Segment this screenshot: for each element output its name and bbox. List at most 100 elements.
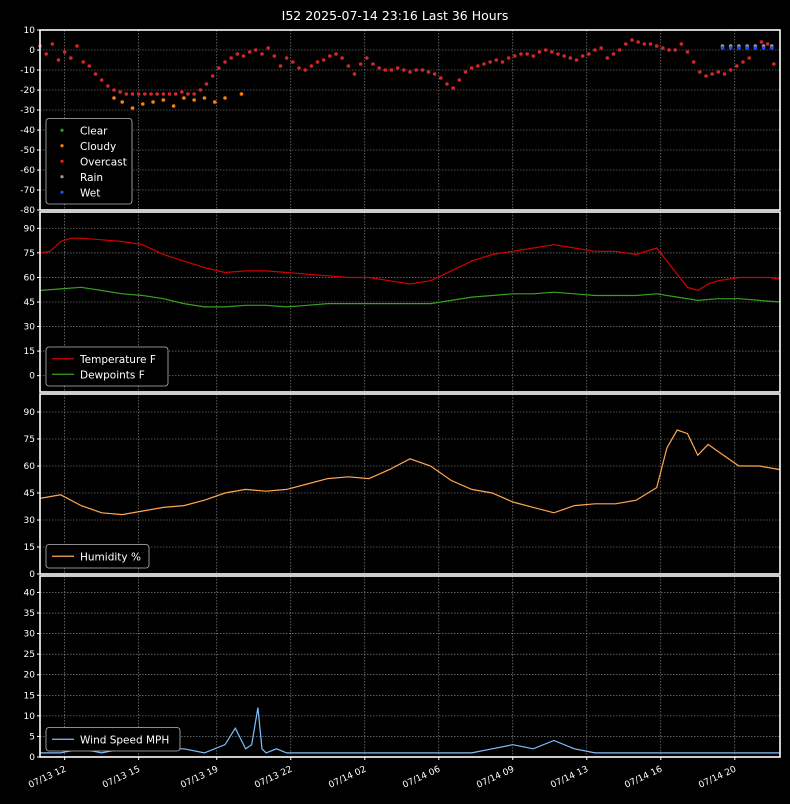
sky-series-overcast-point <box>426 70 431 74</box>
sky-legend-label: Rain <box>80 172 103 184</box>
temps-legend-label: Dewpoints F <box>80 369 145 381</box>
sky-series-overcast-point <box>747 56 751 60</box>
sky-series-overcast-point <box>198 88 203 92</box>
sky-series-overcast-point <box>636 40 640 44</box>
sky-series-overcast-point <box>550 50 554 54</box>
sky-series-overcast-point <box>691 60 696 64</box>
sky-ytick-label: -80 <box>20 206 35 216</box>
sky-series-overcast-point <box>469 66 474 70</box>
sky-ytick-label: 0 <box>29 46 35 56</box>
multi-panel-weather-chart: 10 0 -10 -20 -30 -40 -50 -60 -70 -80 Clear Cloudy Ov… <box>20 26 781 791</box>
sky-series-overcast-point <box>679 42 684 46</box>
sky-series-overcast-point <box>223 60 227 64</box>
humidity-ytick-label: 75 <box>24 435 35 445</box>
sky-series-overcast-point <box>161 92 166 96</box>
sky-series-overcast-point <box>605 56 610 60</box>
sky-series-overcast-point <box>106 84 110 88</box>
sky-series-overcast-point <box>476 64 480 68</box>
sky-series-cloudy-point <box>130 106 135 110</box>
sky-legend-swatch <box>60 144 64 148</box>
sky-series-cloudy-point <box>140 102 145 106</box>
sky-series-overcast-point <box>112 88 116 92</box>
sky-series-overcast-point <box>217 66 221 70</box>
sky-series-wet-point <box>761 46 766 50</box>
temps-ytick-label: 75 <box>24 249 35 259</box>
sky-series-overcast-point <box>587 52 591 56</box>
sky-series-overcast-point <box>297 66 301 70</box>
sky-series-overcast-point <box>728 68 733 72</box>
sky-series-overcast-point <box>482 62 486 66</box>
temps-ytick-label: 15 <box>24 347 35 357</box>
sky-series-overcast-point <box>698 70 702 74</box>
sky-series-overcast-point <box>167 92 172 96</box>
sky-series-overcast-point <box>124 92 129 96</box>
sky-series-overcast-point <box>315 60 320 64</box>
sky-series-overcast-point <box>346 64 351 68</box>
sky-series-overcast-point <box>69 56 73 60</box>
wind-ytick-label: 5 <box>29 732 35 742</box>
sky-series-cloudy-point <box>202 96 207 100</box>
sky-series-overcast-point <box>722 72 727 76</box>
sky-series-overcast-point <box>143 92 147 96</box>
sky-series-cloudy-point <box>171 104 176 108</box>
sky-series-overcast-point <box>358 62 363 66</box>
sky-series-overcast-point <box>704 74 708 78</box>
sky-ytick-label: 10 <box>24 26 36 36</box>
humidity-ytick-label: 15 <box>24 543 35 553</box>
sky-series-wet-point <box>737 46 741 50</box>
sky-ytick-label: -60 <box>20 166 35 176</box>
sky-series-overcast-point <box>630 38 634 42</box>
wind-ytick-label: 15 <box>24 691 35 701</box>
humidity-legend-label: Humidity % <box>80 551 141 563</box>
sky-series-overcast-point <box>309 64 314 68</box>
sky-series-overcast-point <box>266 46 270 50</box>
sky-series-overcast-point <box>445 82 449 86</box>
humidity-ytick-label: 90 <box>24 408 36 418</box>
sky-series-overcast-point <box>334 52 338 56</box>
sky-legend-swatch <box>60 190 64 194</box>
sky-series-overcast-point <box>685 50 690 54</box>
x-tick-label: 07/13 12 <box>27 765 68 791</box>
sky-series-wet-point <box>753 46 758 50</box>
sky-series-overcast-point <box>513 54 517 58</box>
x-tick-label: 07/13 15 <box>101 765 142 791</box>
sky-ytick-label: -20 <box>20 86 35 96</box>
sky-series-overcast-point <box>519 52 523 56</box>
sky-series-overcast-point <box>457 78 462 82</box>
sky-series-overcast-point <box>254 48 258 52</box>
x-tick-label: 07/13 19 <box>179 765 220 791</box>
sky-series-overcast-point <box>44 52 48 56</box>
sky-series-overcast-point <box>303 68 307 72</box>
sky-series-overcast-point <box>741 60 745 64</box>
sky-series-overcast-point <box>93 72 98 76</box>
temps-ytick-label: 45 <box>24 298 35 308</box>
wind-ytick-label: 25 <box>24 650 35 660</box>
wind-ytick-label: 30 <box>24 630 36 640</box>
sky-series-overcast-point <box>136 92 141 96</box>
sky-series-wet-point <box>728 46 733 50</box>
sky-series-overcast-point <box>352 72 357 76</box>
sky-series-overcast-point <box>772 62 776 66</box>
sky-series-overcast-point <box>735 64 739 68</box>
sky-ytick-label: -40 <box>20 126 35 136</box>
sky-legend-swatch <box>60 175 64 179</box>
sky-series-overcast-point <box>210 74 215 78</box>
sky-series-cloudy-point <box>151 100 155 104</box>
sky-series-cloudy-point <box>182 96 186 100</box>
sky-ytick-label: -70 <box>20 186 35 196</box>
sky-series-cloudy-point <box>223 96 227 100</box>
sky-series-overcast-point <box>765 42 770 46</box>
sky-series-overcast-point <box>155 92 159 96</box>
sky-legend-swatch <box>60 128 64 132</box>
x-tick-label: 07/14 13 <box>549 765 590 791</box>
sky-series-overcast-point <box>272 54 277 58</box>
sky-series-overcast-point <box>525 52 529 56</box>
sky-legend-label: Clear <box>80 125 108 137</box>
sky-series-overcast-point <box>192 92 196 96</box>
sky-series-overcast-point <box>260 52 264 56</box>
sky-legend-swatch <box>60 159 64 163</box>
sky-series-overcast-point <box>599 46 603 50</box>
sky-ytick-label: -10 <box>20 66 35 76</box>
sky-series-overcast-point <box>395 66 400 70</box>
sky-series-overcast-point <box>402 68 406 72</box>
